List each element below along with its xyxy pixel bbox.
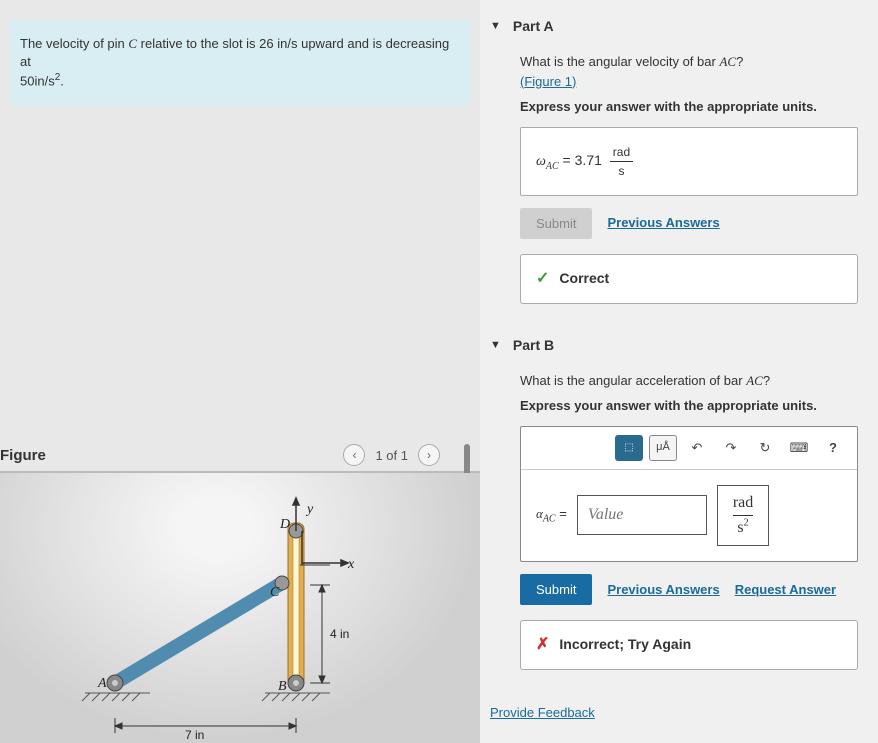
label-y: y bbox=[305, 502, 314, 517]
part-b-request-link[interactable]: Request Answer bbox=[735, 580, 836, 600]
omega-symbol: ω bbox=[536, 154, 546, 169]
label-B: B bbox=[278, 679, 287, 694]
part-a-value: 3.71 bbox=[575, 152, 602, 168]
part-b-previous-link[interactable]: Previous Answers bbox=[607, 580, 719, 600]
part-b-section: ▼ Part B What is the angular acceleratio… bbox=[490, 329, 858, 680]
figure-prev-button[interactable]: ‹ bbox=[343, 444, 365, 466]
figure-nav: ‹ 1 of 1 › bbox=[343, 444, 440, 466]
figure-next-button[interactable]: › bbox=[418, 444, 440, 466]
label-C: C bbox=[270, 585, 280, 600]
part-b-unit-box[interactable]: rad s2 bbox=[717, 485, 769, 546]
help-button[interactable]: ? bbox=[819, 435, 847, 461]
part-a-submit-button: Submit bbox=[520, 208, 592, 239]
part-b-question: What is the angular acceleration of bar … bbox=[520, 371, 858, 391]
alpha-label: αAC = bbox=[536, 504, 567, 527]
check-icon: ✓ bbox=[536, 267, 549, 291]
part-a-feedback: ✓ Correct bbox=[520, 254, 858, 304]
label-x: x bbox=[347, 557, 355, 572]
provide-feedback-link[interactable]: Provide Feedback bbox=[490, 705, 595, 720]
redo-button[interactable]: ↷ bbox=[717, 435, 745, 461]
caret-icon: ▼ bbox=[490, 20, 501, 32]
units-button[interactable]: μÅ bbox=[649, 435, 677, 461]
part-b-instruction: Express your answer with the appropriate… bbox=[520, 396, 858, 416]
part-b-header[interactable]: ▼ Part B bbox=[490, 329, 858, 361]
label-D: D bbox=[279, 517, 290, 532]
part-a-title: Part A bbox=[513, 18, 554, 34]
pin-symbol: C bbox=[128, 36, 137, 51]
figure-section: Figure ‹ 1 of 1 › bbox=[0, 439, 480, 743]
input-toolbar: ⬚ μÅ ↶ ↷ ↻ ⌨ ? bbox=[521, 427, 857, 470]
caret-icon: ▼ bbox=[490, 339, 501, 351]
figure-canvas: A B C D y x 7 in 4 in bbox=[0, 473, 480, 743]
keyboard-button[interactable]: ⌨ bbox=[785, 435, 813, 461]
problem-text: relative to the slot is 26 bbox=[137, 36, 277, 51]
problem-text: The velocity of pin bbox=[20, 36, 128, 51]
part-a-question: What is the angular velocity of bar AC? bbox=[520, 52, 858, 72]
decel-value: 50in/s bbox=[20, 74, 55, 89]
part-a-previous-link[interactable]: Previous Answers bbox=[607, 213, 719, 233]
part-b-feedback-text: Incorrect; Try Again bbox=[559, 634, 691, 655]
part-a-header[interactable]: ▼ Part A bbox=[490, 10, 858, 42]
dim-horizontal: 7 in bbox=[185, 728, 204, 742]
reset-button[interactable]: ↻ bbox=[751, 435, 779, 461]
problem-statement: The velocity of pin C relative to the sl… bbox=[10, 20, 470, 106]
equals: = bbox=[559, 152, 575, 168]
part-b-feedback: ✗ Incorrect; Try Again bbox=[520, 620, 858, 670]
part-b-value-input[interactable] bbox=[577, 495, 707, 535]
part-b-title: Part B bbox=[513, 337, 554, 353]
templates-button[interactable]: ⬚ bbox=[615, 435, 643, 461]
velocity-unit: in/s bbox=[277, 36, 297, 51]
problem-text: . bbox=[60, 74, 64, 89]
figure-page-indicator: 1 of 1 bbox=[375, 448, 408, 463]
figure-link[interactable]: (Figure 1) bbox=[520, 74, 576, 89]
undo-button[interactable]: ↶ bbox=[683, 435, 711, 461]
figure-title: Figure bbox=[0, 447, 46, 464]
part-a-feedback-text: Correct bbox=[559, 268, 609, 289]
part-a-section: ▼ Part A What is the angular velocity of… bbox=[490, 10, 858, 314]
cross-icon: ✗ bbox=[536, 633, 549, 657]
part-b-input-box: ⬚ μÅ ↶ ↷ ↻ ⌨ ? αAC = rad s2 bbox=[520, 426, 858, 562]
part-a-instruction: Express your answer with the appropriate… bbox=[520, 97, 858, 117]
part-b-submit-button[interactable]: Submit bbox=[520, 574, 592, 605]
part-a-answer-box: ωAC = 3.71 rads bbox=[520, 127, 858, 196]
label-A: A bbox=[97, 676, 107, 691]
dim-vertical: 4 in bbox=[330, 627, 349, 641]
omega-sub: AC bbox=[546, 161, 559, 172]
part-a-unit: rads bbox=[610, 143, 633, 180]
